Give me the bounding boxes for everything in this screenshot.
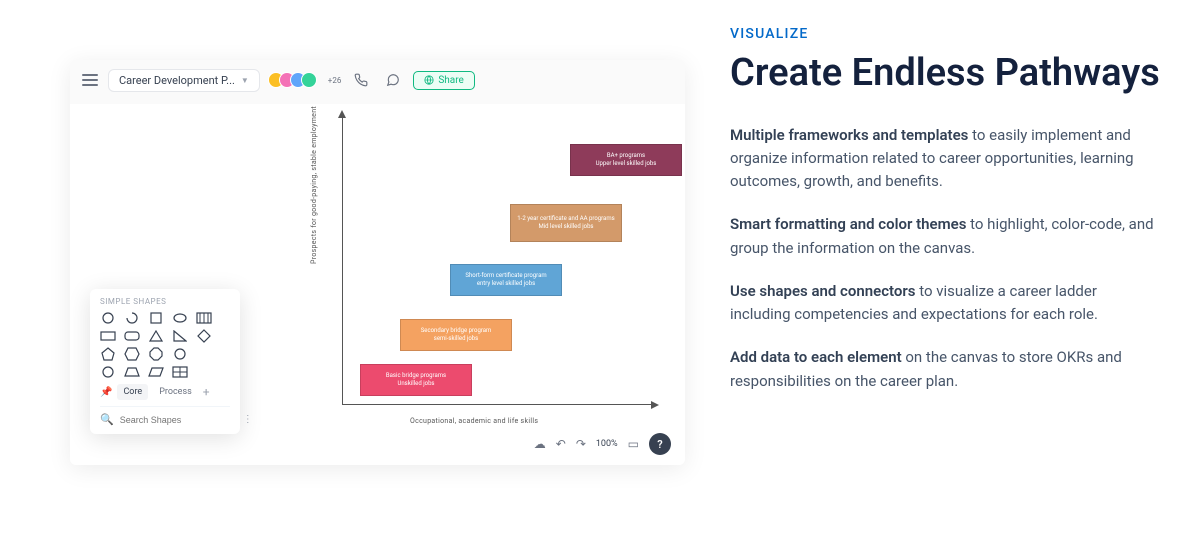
- shape-round-rect[interactable]: [124, 330, 140, 342]
- tab-process[interactable]: Process: [153, 384, 198, 400]
- document-title: Career Development P...: [119, 74, 235, 87]
- cloud-icon[interactable]: ☁: [534, 437, 546, 451]
- shape-square[interactable]: [148, 312, 164, 324]
- shape-oval-2[interactable]: [100, 366, 116, 378]
- paragraph-1: Multiple frameworks and templates to eas…: [730, 124, 1160, 194]
- x-axis-line: [342, 404, 655, 405]
- shape-arc[interactable]: [124, 312, 140, 324]
- paragraph-3: Use shapes and connectors to visualize a…: [730, 280, 1160, 327]
- shape-right-triangle[interactable]: [172, 330, 188, 342]
- shape-trapezoid[interactable]: [124, 366, 140, 378]
- help-button[interactable]: ?: [649, 433, 671, 455]
- share-label: Share: [438, 75, 463, 86]
- shape-parallelogram[interactable]: [148, 366, 164, 378]
- document-title-dropdown[interactable]: Career Development P... ▼: [108, 69, 260, 92]
- step-1[interactable]: Basic bridge programsUnskilled jobs: [360, 364, 472, 396]
- app-window: ✕ Career Development P... ▼ +26 Share: [70, 60, 685, 465]
- call-icon[interactable]: [349, 68, 373, 92]
- zoom-level[interactable]: 100%: [596, 439, 618, 449]
- shape-grid: [100, 312, 230, 378]
- step-5[interactable]: BA+ programsUpper level skilled jobs: [570, 144, 682, 176]
- shape-search-row: 🔍 ⋮: [100, 406, 230, 426]
- y-axis-line: [342, 114, 343, 405]
- menu-button[interactable]: [80, 70, 100, 90]
- paragraph-4: Add data to each element on the canvas t…: [730, 346, 1160, 393]
- shape-circle-2[interactable]: [172, 348, 188, 360]
- headline: Create Endless Pathways: [730, 52, 1160, 96]
- shape-octagon[interactable]: [148, 348, 164, 360]
- eyebrow: VISUALIZE: [730, 26, 1160, 42]
- shape-rect[interactable]: [100, 330, 116, 342]
- pin-icon[interactable]: 📌: [100, 387, 112, 398]
- avatar-overflow-count[interactable]: +26: [328, 76, 342, 85]
- y-axis-arrow: [338, 110, 346, 118]
- chevron-down-icon: ▼: [241, 76, 249, 85]
- x-axis-arrow: [651, 401, 659, 409]
- shape-tabs: 📌 Core Process +: [100, 384, 230, 400]
- shape-table[interactable]: [172, 366, 188, 378]
- shape-triangle[interactable]: [148, 330, 164, 342]
- step-4[interactable]: 1-2 year certificate and AA programsMid …: [510, 204, 622, 242]
- shape-hexagon[interactable]: [124, 348, 140, 360]
- comment-icon[interactable]: [381, 68, 405, 92]
- share-button[interactable]: Share: [413, 71, 474, 90]
- shape-striped-rect[interactable]: [196, 312, 212, 324]
- shape-circle[interactable]: [100, 312, 116, 324]
- search-icon: 🔍: [100, 413, 114, 426]
- step-3[interactable]: Short-form certificate programentry leve…: [450, 264, 562, 296]
- topbar: Career Development P... ▼ +26 Share: [70, 60, 685, 100]
- shape-pentagon[interactable]: [100, 348, 116, 360]
- shape-ellipse[interactable]: [172, 312, 188, 324]
- redo-icon[interactable]: ↷: [576, 437, 586, 451]
- fit-icon[interactable]: ▭: [628, 437, 639, 451]
- paragraph-2: Smart formatting and color themes to hig…: [730, 213, 1160, 260]
- shapes-panel: SIMPLE SHAPES: [90, 289, 240, 434]
- x-axis-label: Occupational, academic and life skills: [410, 417, 538, 425]
- step-2[interactable]: Secondary bridge programsemi-skilled job…: [400, 319, 512, 351]
- undo-icon[interactable]: ↶: [556, 437, 566, 451]
- collaborator-avatars[interactable]: [268, 72, 317, 88]
- more-icon[interactable]: ⋮: [243, 414, 254, 425]
- shapes-panel-title: SIMPLE SHAPES: [100, 297, 230, 306]
- shape-diamond[interactable]: [196, 330, 212, 342]
- bottom-bar: ☁ ↶ ↷ 100% ▭ ?: [534, 433, 671, 455]
- add-tab-button[interactable]: +: [203, 385, 210, 399]
- marketing-copy: VISUALIZE Create Endless Pathways Multip…: [700, 0, 1200, 547]
- y-axis-label: Prospects for good-paying, stable employ…: [310, 106, 318, 264]
- tab-core[interactable]: Core: [117, 384, 148, 400]
- canvas[interactable]: Prospects for good-paying, stable employ…: [70, 104, 685, 465]
- shape-search-input[interactable]: [120, 415, 237, 425]
